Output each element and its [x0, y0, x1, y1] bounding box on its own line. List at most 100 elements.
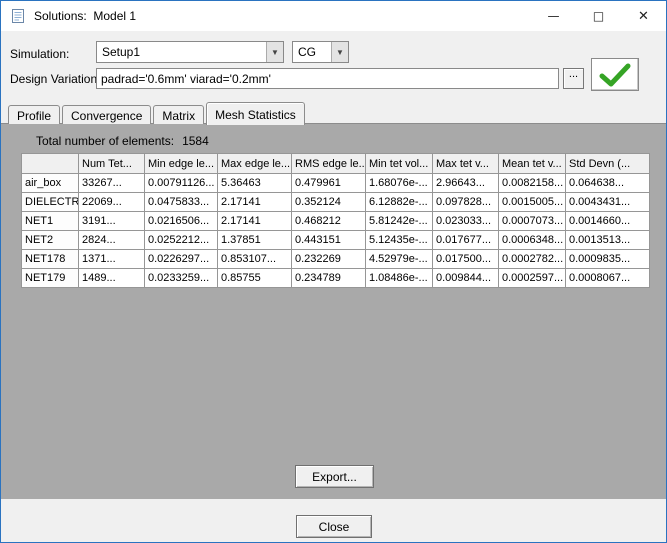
table-row[interactable]: DIELECTRIC22069...0.0475833...2.171410.3… [21, 192, 650, 212]
minimize-icon[interactable]: — [531, 1, 576, 31]
row-label: NET178 [21, 249, 79, 269]
table-cell: 3191... [78, 211, 145, 231]
chevron-down-icon[interactable]: ▼ [266, 42, 283, 62]
table-cell: 0.0002782... [498, 249, 566, 269]
row-label: NET1 [21, 211, 79, 231]
table-cell: 33267... [78, 173, 145, 193]
table-cell: 0.352124 [291, 192, 366, 212]
tab-bar: Profile Convergence Matrix Mesh Statistics [8, 101, 307, 125]
browse-button[interactable]: ... [563, 68, 584, 89]
design-variation-value: padrad='0.6mm' viarad='0.2mm' [101, 71, 271, 86]
table-cell: 5.36463 [217, 173, 292, 193]
table-cell: 0.0233259... [144, 268, 218, 288]
total-elements-label: Total number of elements: [36, 134, 175, 148]
table-cell: 0.009844... [432, 268, 499, 288]
simulation-select[interactable]: Setup1 ▼ [96, 41, 284, 63]
table-cell: 0.85755 [217, 268, 292, 288]
table-cell: 0.00791126... [144, 173, 218, 193]
window-title: Solutions: Model 1 [34, 9, 137, 23]
table-cell: 0.0475833... [144, 192, 218, 212]
table-cell: 0.232269 [291, 249, 366, 269]
table-cell: 2.96643... [432, 173, 499, 193]
table-cell: 0.0006348... [498, 230, 566, 250]
close-button[interactable]: Close [296, 515, 372, 538]
column-header: Mean tet v... [498, 153, 566, 174]
table-cell: 0.0015005... [498, 192, 566, 212]
table-cell: 1.37851 [217, 230, 292, 250]
caption-buttons: — □ ✕ [531, 1, 666, 31]
table-cell: 5.12435e-... [365, 230, 433, 250]
table-cell: 22069... [78, 192, 145, 212]
solutions-dialog: Solutions: Model 1 — □ ✕ Simulation: Set… [0, 0, 667, 543]
table-cell: 0.0007073... [498, 211, 566, 231]
row-label: NET179 [21, 268, 79, 288]
table-row[interactable]: air_box 33267... 0.00791126... 5.36463 0.479… [21, 173, 650, 193]
mesh-table-body: air_box 33267... 0.00791126... 5.36463 0.479… [21, 173, 650, 288]
row-label: DIELECTRIC [21, 192, 79, 212]
table-cell: 0.234789 [291, 268, 366, 288]
tab-matrix[interactable]: Matrix [153, 105, 205, 124]
check-icon [599, 63, 631, 86]
export-button[interactable]: Export... [295, 465, 374, 488]
table-cell: 0.0082158... [498, 173, 566, 193]
tab-profile[interactable]: Profile [8, 105, 61, 124]
title-bar[interactable]: Solutions: Model 1 — □ ✕ [1, 1, 666, 31]
table-cell: 2824... [78, 230, 145, 250]
table-cell: 1489... [78, 268, 145, 288]
table-cell: 0.468212 [291, 211, 366, 231]
design-variation-input[interactable]: padrad='0.6mm' viarad='0.2mm' [96, 68, 559, 89]
column-header [21, 153, 79, 174]
table-cell: 0.0216506... [144, 211, 218, 231]
table-cell: 5.81242e-... [365, 211, 433, 231]
solution-type-selected-value: CG [298, 45, 316, 59]
chevron-down-icon[interactable]: ▼ [331, 42, 348, 62]
simulation-label: Simulation: [10, 47, 70, 61]
table-cell: 0.064638... [565, 173, 650, 193]
table-row[interactable]: NET2 2824... 0.0252212... 1.37851 0.443151 5.… [21, 230, 650, 250]
table-cell: 0.0013513... [565, 230, 650, 250]
table-cell: 0.479961 [291, 173, 366, 193]
table-cell: 0.017677... [432, 230, 499, 250]
design-variation-label: Design Variation: [10, 72, 101, 86]
maximize-icon[interactable]: □ [576, 1, 621, 31]
table-cell: 0.443151 [291, 230, 366, 250]
table-cell: 1.68076e-... [365, 173, 433, 193]
solution-type-select[interactable]: CG ▼ [292, 41, 349, 63]
table-row[interactable]: NET178 1371... 0.0226297... 0.853107... 0.23… [21, 249, 650, 269]
table-cell: 4.52979e-... [365, 249, 433, 269]
table-cell: 0.023033... [432, 211, 499, 231]
row-label: NET2 [21, 230, 79, 250]
mesh-statistics-table: Num Tet... Min edge le... Max edge le... RM… [21, 153, 650, 288]
close-icon[interactable]: ✕ [621, 1, 666, 31]
table-cell: 0.853107... [217, 249, 292, 269]
column-header: Num Tet... [78, 153, 145, 174]
column-header: Std Devn (... [565, 153, 650, 174]
table-row[interactable]: NET1 3191... 0.0216506... 2.17141 0.468212 5.… [21, 211, 650, 231]
table-cell: 1371... [78, 249, 145, 269]
table-row[interactable]: NET179 1489... 0.0233259... 0.85755 0.234789… [21, 268, 650, 288]
tab-mesh-statistics[interactable]: Mesh Statistics [206, 102, 305, 125]
simulation-selected-value: Setup1 [102, 45, 141, 59]
total-elements-line: Total number of elements: 1584 [36, 134, 209, 148]
table-cell: 2.17141 [217, 192, 292, 212]
table-cell: 1.08486e-... [365, 268, 433, 288]
row-label: air_box [21, 173, 79, 193]
app-icon [10, 8, 26, 24]
table-cell: 0.0043431... [565, 192, 650, 212]
tab-convergence[interactable]: Convergence [62, 105, 152, 124]
table-cell: 0.0009835... [565, 249, 650, 269]
table-cell: 2.17141 [217, 211, 292, 231]
validation-check-button[interactable] [591, 58, 639, 91]
table-cell: 0.0252212... [144, 230, 218, 250]
column-header: RMS edge le... [291, 153, 366, 174]
table-cell: 6.12882e-... [365, 192, 433, 212]
table-header-row: Num Tet... Min edge le... Max edge le... RM… [21, 153, 650, 174]
table-cell: 0.017500... [432, 249, 499, 269]
column-header: Max tet v... [432, 153, 499, 174]
total-elements-value: 1584 [182, 134, 209, 148]
column-header: Min tet vol... [365, 153, 433, 174]
table-cell: 0.0226297... [144, 249, 218, 269]
table-cell: 0.0008067... [565, 268, 650, 288]
table-cell: 0.097828... [432, 192, 499, 212]
column-header: Max edge le... [217, 153, 292, 174]
